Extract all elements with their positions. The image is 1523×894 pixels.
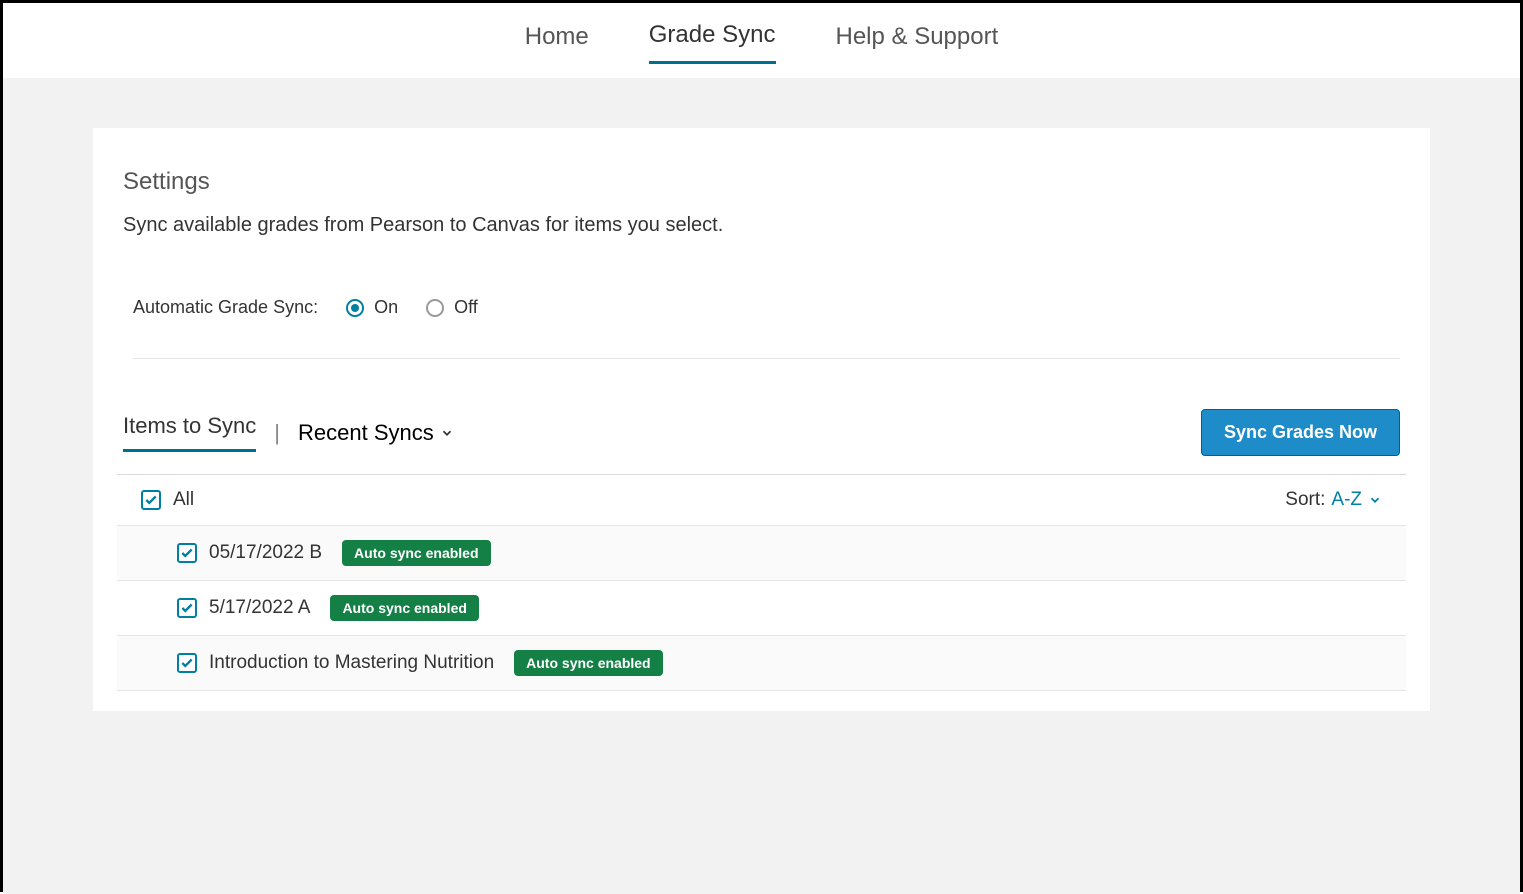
tabs-left: Items to Sync | Recent Syncs	[123, 413, 454, 452]
radio-on[interactable]: On	[346, 297, 398, 318]
item-label-1: 5/17/2022 A	[209, 597, 310, 619]
tab-items-to-sync[interactable]: Items to Sync	[123, 413, 256, 452]
tab-separator: |	[274, 420, 280, 446]
item-row: 05/17/2022 B Auto sync enabled	[117, 526, 1406, 581]
all-left: All	[141, 489, 194, 511]
top-nav: Home Grade Sync Help & Support	[3, 3, 1520, 78]
auto-sync-label: Automatic Grade Sync:	[133, 297, 318, 318]
chevron-down-icon	[1368, 493, 1382, 507]
radio-off-label: Off	[454, 297, 478, 318]
auto-sync-badge: Auto sync enabled	[514, 650, 662, 676]
settings-panel: Settings Sync available grades from Pear…	[93, 128, 1430, 711]
sync-grades-now-button[interactable]: Sync Grades Now	[1201, 409, 1400, 456]
items-container: All Sort: A-Z 05/17/2022 B Auto sy	[117, 474, 1406, 691]
checkbox-item-1[interactable]	[177, 598, 197, 618]
check-icon	[144, 493, 158, 507]
all-label: All	[173, 489, 194, 511]
auto-sync-row: Automatic Grade Sync: On Off	[133, 297, 1400, 359]
sort-label: Sort:	[1285, 489, 1325, 511]
chevron-down-icon	[440, 426, 454, 440]
tabs-row: Items to Sync | Recent Syncs Sync Grades…	[123, 409, 1400, 474]
item-label-2: Introduction to Mastering Nutrition	[209, 652, 494, 674]
settings-title: Settings	[123, 168, 1400, 196]
recent-syncs-label: Recent Syncs	[298, 420, 434, 446]
checkbox-all[interactable]	[141, 490, 161, 510]
auto-sync-badge: Auto sync enabled	[330, 595, 478, 621]
item-row: Introduction to Mastering Nutrition Auto…	[117, 636, 1406, 691]
settings-description: Sync available grades from Pearson to Ca…	[123, 214, 1400, 237]
radio-on-circle	[346, 299, 364, 317]
nav-home[interactable]: Home	[525, 23, 589, 63]
sort-value: A-Z	[1331, 489, 1362, 511]
radio-dot	[351, 304, 359, 312]
radio-off-circle	[426, 299, 444, 317]
check-icon	[180, 546, 194, 560]
check-icon	[180, 656, 194, 670]
radio-off[interactable]: Off	[426, 297, 478, 318]
checkbox-item-0[interactable]	[177, 543, 197, 563]
item-label-0: 05/17/2022 B	[209, 542, 322, 564]
sort-dropdown[interactable]: Sort: A-Z	[1285, 489, 1382, 511]
list-header: All Sort: A-Z	[117, 474, 1406, 526]
check-icon	[180, 601, 194, 615]
auto-sync-badge: Auto sync enabled	[342, 540, 490, 566]
content-background: Settings Sync available grades from Pear…	[3, 78, 1520, 894]
item-row: 5/17/2022 A Auto sync enabled	[117, 581, 1406, 636]
tab-recent-syncs[interactable]: Recent Syncs	[298, 420, 454, 446]
checkbox-item-2[interactable]	[177, 653, 197, 673]
nav-grade-sync[interactable]: Grade Sync	[649, 21, 776, 64]
radio-on-label: On	[374, 297, 398, 318]
nav-help-support[interactable]: Help & Support	[836, 23, 999, 63]
